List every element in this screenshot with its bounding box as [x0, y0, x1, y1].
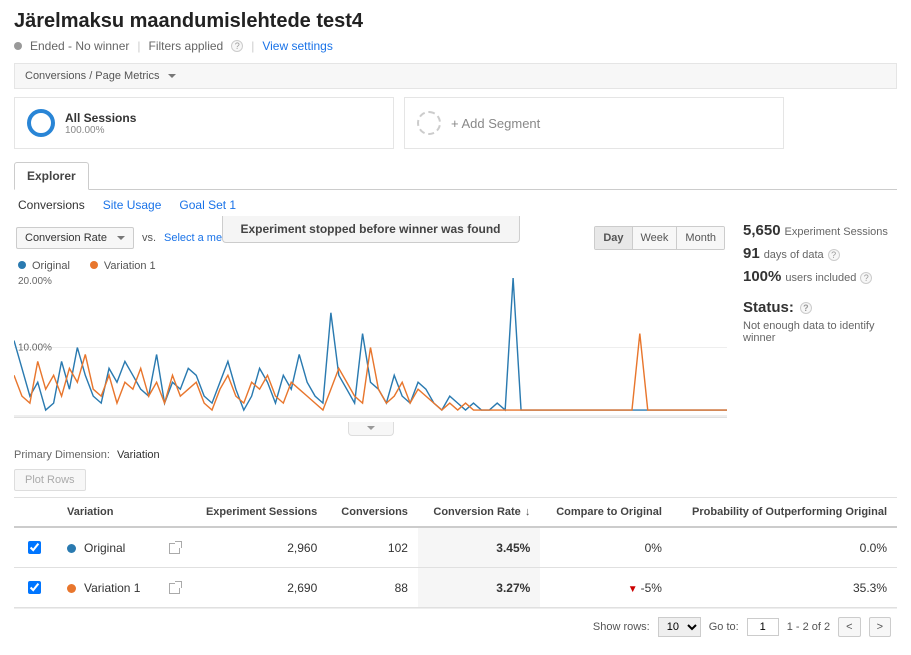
row-checkbox[interactable]: [28, 541, 41, 554]
view-settings-link[interactable]: View settings: [262, 39, 332, 53]
y-axis-label-mid: 10.00%: [18, 342, 52, 353]
experiment-status-line: Ended - No winner | Filters applied ? | …: [14, 39, 897, 53]
stat-days-label: days of data: [764, 249, 824, 261]
external-link-icon[interactable]: [169, 583, 180, 594]
time-toggle-day[interactable]: Day: [595, 227, 632, 249]
stat-sessions-label: Experiment Sessions: [785, 226, 888, 238]
separator: |: [137, 39, 140, 53]
segment-subtitle: 100.00%: [65, 125, 136, 136]
table-row[interactable]: Original 2,9601023.45%0%0.0%: [14, 527, 897, 568]
th-conversion-rate[interactable]: Conversion Rate: [418, 498, 540, 528]
cell-compare: ▼-5%: [540, 568, 672, 608]
page-title: Järelmaksu maandumislehtede test4: [14, 10, 897, 33]
time-toggle-month[interactable]: Month: [677, 227, 724, 249]
vs-label: vs.: [142, 232, 156, 244]
chart-legend: Original Variation 1: [14, 254, 727, 278]
line-chart[interactable]: 20.00% 10.00%: [14, 278, 727, 418]
cell-conversions: 88: [327, 568, 418, 608]
th-sessions[interactable]: Experiment Sessions: [190, 498, 327, 528]
status-body: Not enough data to identify winner: [743, 320, 883, 344]
th-checkbox: [14, 498, 57, 528]
segment-circle-icon: [27, 109, 55, 137]
expand-chart-button[interactable]: [348, 422, 394, 436]
time-granularity-toggle: Day Week Month: [594, 226, 725, 250]
variations-table: Variation Experiment Sessions Conversion…: [14, 497, 897, 608]
summary-stats: 5,650 Experiment Sessions 91 days of dat…: [739, 220, 897, 449]
series-color-dot: [67, 584, 76, 593]
plot-rows-button: Plot Rows: [14, 469, 86, 491]
subtab-conversions[interactable]: Conversions: [18, 198, 85, 212]
pager-prev-button[interactable]: <: [838, 617, 860, 637]
th-conversions[interactable]: Conversions: [327, 498, 418, 528]
primary-metric-dropdown[interactable]: Conversion Rate: [16, 227, 134, 249]
variation-name: Original: [84, 541, 125, 555]
variation-name: Variation 1: [84, 581, 140, 595]
cell-sessions: 2,690: [190, 568, 327, 608]
status-heading: Status:: [743, 299, 794, 316]
add-segment-circle-icon: [417, 111, 441, 135]
tabs-bar: Explorer: [14, 161, 897, 190]
help-icon[interactable]: ?: [860, 272, 872, 284]
y-axis-label-top: 20.00%: [18, 276, 52, 287]
add-segment-button[interactable]: + Add Segment: [404, 97, 784, 149]
row-checkbox[interactable]: [28, 581, 41, 594]
th-probability[interactable]: Probability of Outperforming Original: [672, 498, 897, 528]
th-variation[interactable]: Variation: [57, 498, 155, 528]
table-row[interactable]: Variation 1 2,690883.27%▼-5%35.3%: [14, 568, 897, 608]
external-link-icon[interactable]: [169, 543, 180, 554]
series-color-dot: [67, 544, 76, 553]
cell-compare: 0%: [540, 527, 672, 568]
chart-expander: [14, 422, 727, 439]
help-icon[interactable]: ?: [800, 302, 812, 314]
tab-explorer[interactable]: Explorer: [14, 162, 89, 190]
stat-users-value: 100%: [743, 268, 781, 285]
subtab-goal-set-1[interactable]: Goal Set 1: [179, 198, 236, 212]
pager-range: 1 - 2 of 2: [787, 621, 830, 633]
primary-dimension-value[interactable]: Variation: [117, 449, 160, 461]
subtab-site-usage[interactable]: Site Usage: [103, 198, 162, 212]
help-icon[interactable]: ?: [231, 40, 243, 52]
cell-conversion-rate: 3.45%: [418, 527, 540, 568]
legend-variation1: Variation 1: [90, 260, 156, 272]
experiment-stopped-banner: Experiment stopped before winner was fou…: [221, 216, 519, 243]
segment-all-sessions[interactable]: All Sessions 100.00%: [14, 97, 394, 149]
stat-sessions-value: 5,650: [743, 222, 781, 239]
table-pager: Show rows: 10 Go to: 1 - 2 of 2 < >: [14, 608, 897, 645]
metrics-selector-label: Conversions / Page Metrics: [25, 70, 160, 82]
time-toggle-week[interactable]: Week: [633, 227, 678, 249]
primary-metric-label: Conversion Rate: [25, 232, 107, 244]
stat-users-label: users included: [785, 272, 856, 284]
status-ended: Ended - No winner: [30, 39, 129, 53]
cell-sessions: 2,960: [190, 527, 327, 568]
cell-probability: 35.3%: [672, 568, 897, 608]
add-segment-label: + Add Segment: [451, 116, 540, 131]
separator: |: [251, 39, 254, 53]
pager-next-button[interactable]: >: [869, 617, 891, 637]
stat-days-value: 91: [743, 245, 760, 262]
cell-probability: 0.0%: [672, 527, 897, 568]
th-compare[interactable]: Compare to Original: [540, 498, 672, 528]
show-rows-select[interactable]: 10: [658, 617, 701, 637]
cell-conversion-rate: 3.27%: [418, 568, 540, 608]
legend-original: Original: [18, 260, 70, 272]
cell-conversions: 102: [327, 527, 418, 568]
metrics-selector[interactable]: Conversions / Page Metrics: [14, 63, 897, 89]
primary-dimension: Primary Dimension: Variation: [14, 449, 897, 461]
status-dot-icon: [14, 42, 22, 50]
show-rows-label: Show rows:: [593, 621, 650, 633]
help-icon[interactable]: ?: [828, 249, 840, 261]
segment-title: All Sessions: [65, 111, 136, 125]
go-to-input[interactable]: [747, 618, 779, 636]
filters-applied-label: Filters applied: [149, 39, 224, 53]
go-to-label: Go to:: [709, 621, 739, 633]
down-arrow-icon: ▼: [628, 584, 638, 595]
